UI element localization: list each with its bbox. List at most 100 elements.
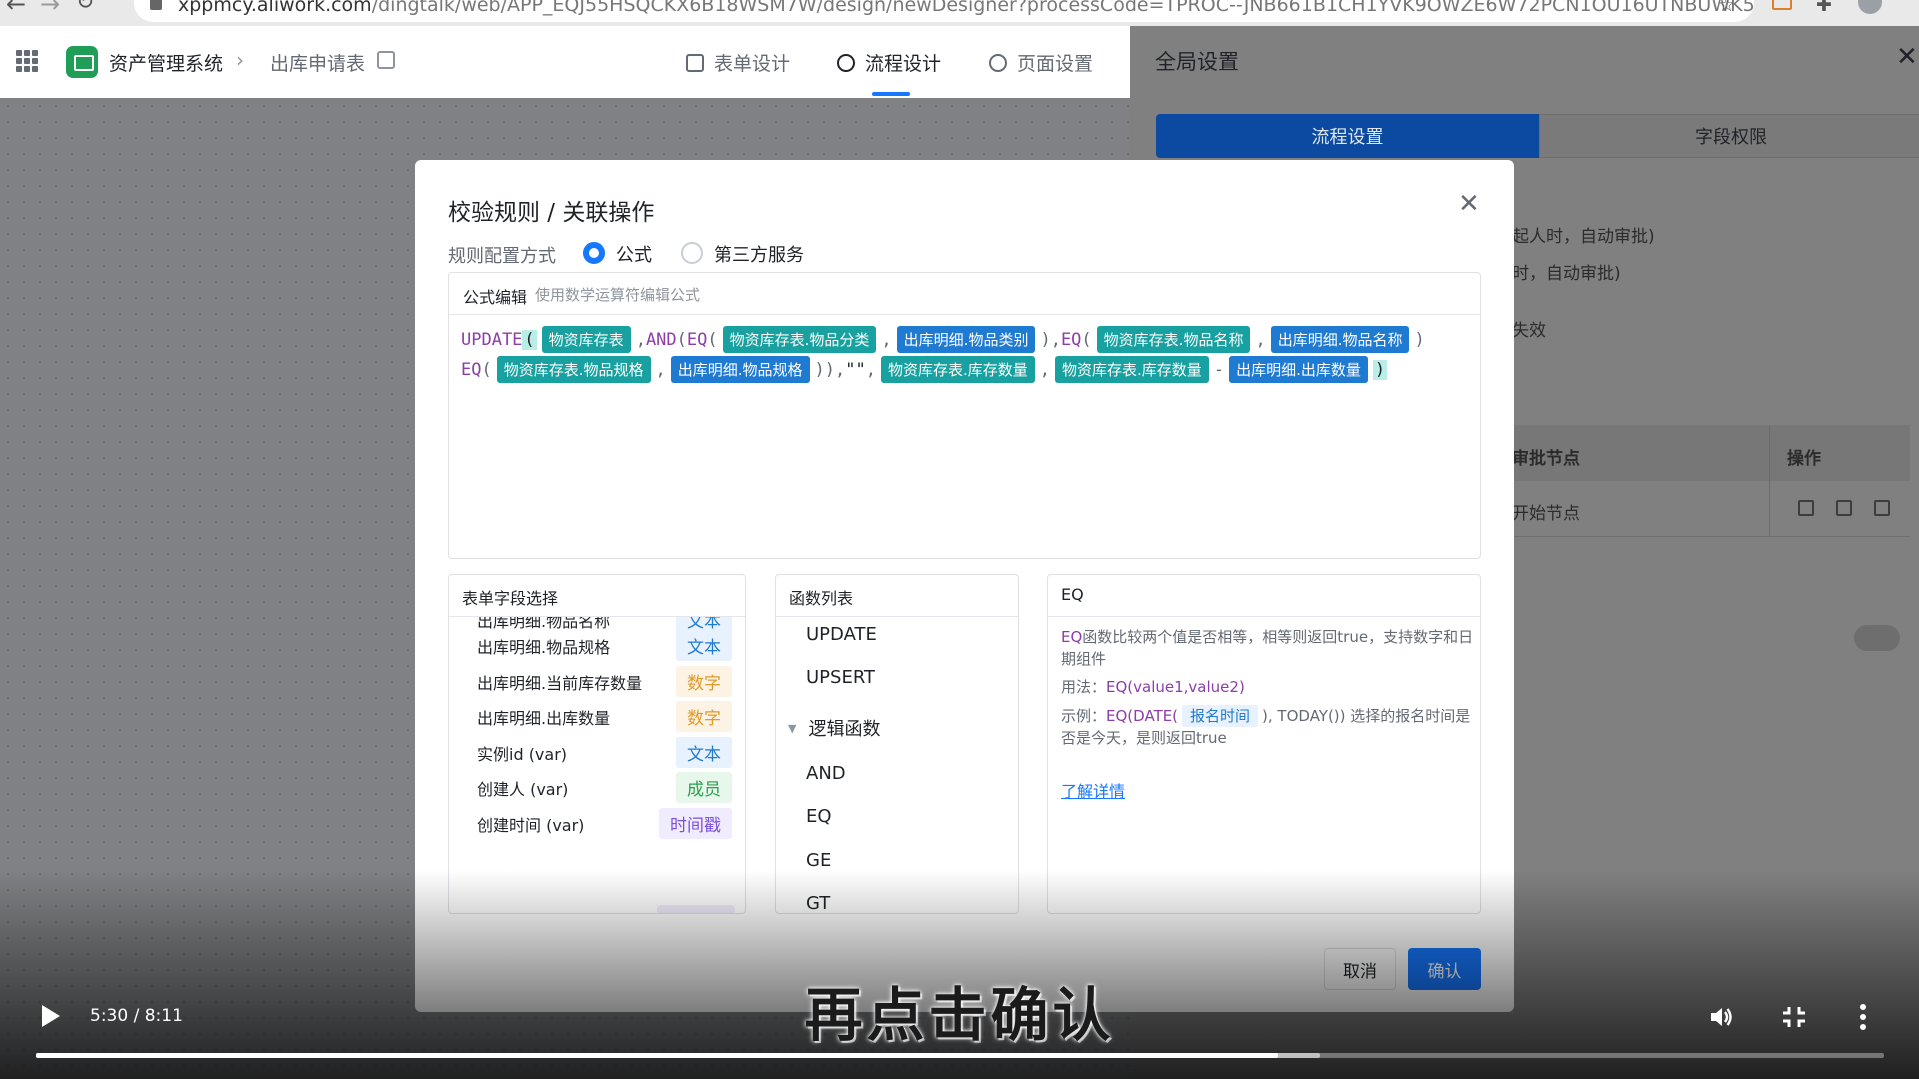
- punctuation: ,: [1039, 359, 1051, 380]
- drawer-title: 全局设置: [1155, 50, 1239, 74]
- tab-label: 流程设计: [865, 53, 942, 75]
- reload-icon[interactable]: ↻: [76, 0, 94, 15]
- node-name: 开始节点: [1512, 504, 1580, 524]
- formula-editor-title: 公式编辑: [463, 288, 528, 307]
- app-name[interactable]: 资产管理系统: [109, 49, 223, 76]
- delete-icon[interactable]: [1874, 500, 1890, 516]
- radio-third-party[interactable]: [681, 242, 703, 264]
- function-item[interactable]: GT: [806, 893, 830, 913]
- star-icon[interactable]: ☆: [1718, 0, 1735, 16]
- back-arrow-icon[interactable]: ←: [6, 0, 26, 18]
- radio-third-party-label[interactable]: 第三方服务: [714, 241, 804, 267]
- segment-flow-settings[interactable]: 流程设置: [1156, 114, 1539, 158]
- function-item[interactable]: GE: [806, 850, 831, 871]
- tab-label: 表单设计: [714, 53, 791, 75]
- tab-page-settings[interactable]: 页面设置: [989, 49, 1093, 76]
- field-name: 出库明细.当前库存数量: [477, 673, 643, 693]
- video-progress-bar[interactable]: [36, 1053, 1884, 1058]
- function-group-logic[interactable]: ▼ 逻辑函数: [788, 715, 880, 741]
- url-text[interactable]: xppmcy.aliwork.com/dingtalk/web/APP_EQJ5…: [178, 0, 1755, 16]
- doc-panel-title: EQ: [1048, 575, 1480, 617]
- punctuation: ),: [1040, 329, 1061, 350]
- punctuation: ,: [635, 329, 646, 350]
- function-item[interactable]: EQ: [806, 806, 832, 827]
- drawer-text-line: 起人时，自动审批): [1512, 227, 1655, 247]
- tab-flow-design[interactable]: 流程设计: [837, 49, 941, 76]
- column-divider: [1769, 425, 1770, 537]
- field-chip-outbound: 出库明细.物品名称: [1270, 326, 1410, 353]
- field-chip-inventory: 物资库存表.物品分类: [722, 326, 877, 353]
- formula-line-2[interactable]: EQ(物资库存表.物品规格, 出库明细.物品规格)), "", 物资库存表.库存数量,…: [461, 356, 1388, 383]
- play-icon[interactable]: [42, 1005, 60, 1027]
- drawer-text-line: 失效: [1512, 321, 1546, 341]
- doc-desc-text: 函数比较两个值是否相等，相等则返回true，支持数字和日期组件: [1061, 628, 1474, 668]
- caret-down-icon: ▼: [788, 721, 797, 735]
- volume-icon[interactable]: [1708, 1004, 1734, 1030]
- app-grid-icon[interactable]: [16, 50, 38, 72]
- learn-more-link[interactable]: 了解详情: [1061, 778, 1125, 802]
- toggle-switch[interactable]: [1854, 625, 1900, 651]
- punctuation: ): [1414, 329, 1425, 350]
- radio-formula-label[interactable]: 公式: [616, 241, 652, 267]
- function-token: AND: [645, 329, 677, 350]
- tab-form-design[interactable]: 表单设计: [686, 49, 790, 76]
- punctuation: (: [676, 329, 687, 350]
- edit-icon[interactable]: [377, 51, 395, 69]
- punctuation: ,: [881, 329, 892, 350]
- extension-icon[interactable]: [1772, 0, 1792, 10]
- gear-icon: [989, 53, 1007, 72]
- edit-icon[interactable]: [1798, 500, 1814, 516]
- field-select-panel: 表单字段选择 出库明细.物品名称 文本 出库明细.物品规格 文本 出库明细.当前库存…: [448, 574, 746, 914]
- played-progress: [36, 1053, 1279, 1058]
- drawer-close-icon[interactable]: ✕: [1896, 42, 1918, 72]
- field-type-badge: 数字: [676, 701, 732, 732]
- segment-field-permissions[interactable]: 字段权限: [1539, 114, 1919, 158]
- matched-paren: (: [522, 329, 537, 350]
- formula-editor[interactable]: [448, 272, 1481, 559]
- field-chip-inventory: 物资库存表.库存数量: [881, 356, 1035, 383]
- function-item[interactable]: AND: [806, 763, 846, 784]
- active-tab-indicator: [872, 92, 910, 96]
- close-icon[interactable]: ✕: [1458, 189, 1480, 219]
- doc-usage-label: 用法：: [1061, 678, 1107, 696]
- field-row[interactable]: 创建时间 (var) 时间戳: [449, 801, 745, 843]
- video-time: 5:30 / 8:11: [90, 1006, 183, 1026]
- field-type-badge: 成员: [676, 772, 732, 803]
- lock-icon: [150, 0, 162, 10]
- field-chip-outbound: 出库明细.物品规格: [670, 356, 810, 383]
- function-panel-title: 函数列表: [776, 575, 1018, 617]
- config-method-label: 规则配置方式: [448, 246, 556, 267]
- more-options-icon[interactable]: [1860, 1004, 1866, 1030]
- field-type-badge-partial: [657, 905, 735, 913]
- doc-example-label: 示例：: [1061, 707, 1107, 725]
- flow-icon: [837, 53, 855, 72]
- formula-line-1[interactable]: UPDATE(物资库存表, AND(EQ(物资库存表.物品分类, 出库明细.物品类别…: [461, 326, 1425, 353]
- forward-arrow-icon[interactable]: →: [40, 0, 60, 18]
- doc-description: EQ函数比较两个值是否相等，相等则返回true，支持数字和日期组件: [1061, 626, 1476, 670]
- function-token: EQ: [461, 359, 482, 380]
- field-chip-inventory: 物资库存表: [541, 326, 631, 353]
- doc-example: 示例：EQ(DATE(报名时间), TODAY()) 选择的报名时间是否是今天，…: [1061, 705, 1476, 749]
- function-item[interactable]: UPSERT: [806, 667, 875, 688]
- form-name[interactable]: 出库申请表: [270, 49, 365, 76]
- app-logo-icon[interactable]: [66, 46, 98, 78]
- field-type-badge: 文本: [676, 630, 732, 661]
- puzzle-icon[interactable]: ✚: [1816, 0, 1832, 16]
- function-item[interactable]: UPDATE: [806, 624, 877, 645]
- column-header-operation: 操作: [1787, 449, 1821, 469]
- field-name: 创建时间 (var): [477, 815, 585, 835]
- chevron-right-icon: ›: [236, 48, 244, 72]
- doc-usage-code: EQ(value1,value2): [1106, 678, 1245, 696]
- function-group-label: 逻辑函数: [808, 719, 881, 740]
- formula-editor-hint: 使用数学运算符编辑公式: [535, 286, 701, 304]
- copy-icon[interactable]: [1836, 500, 1852, 516]
- field-type-badge: 时间戳: [659, 807, 732, 839]
- field-chip-outbound: 出库明细.物品类别: [896, 326, 1036, 353]
- function-token: EQ: [1060, 329, 1082, 350]
- doc-example-code: EQ(DATE(: [1106, 707, 1179, 725]
- field-chip-inventory: 物资库存表.物品名称: [1096, 326, 1251, 353]
- field-chip-inventory: 物资库存表.库存数量: [1055, 356, 1209, 383]
- exit-fullscreen-icon[interactable]: [1782, 1006, 1806, 1028]
- doc-usage: 用法：EQ(value1,value2): [1061, 676, 1476, 698]
- radio-formula[interactable]: [583, 242, 605, 264]
